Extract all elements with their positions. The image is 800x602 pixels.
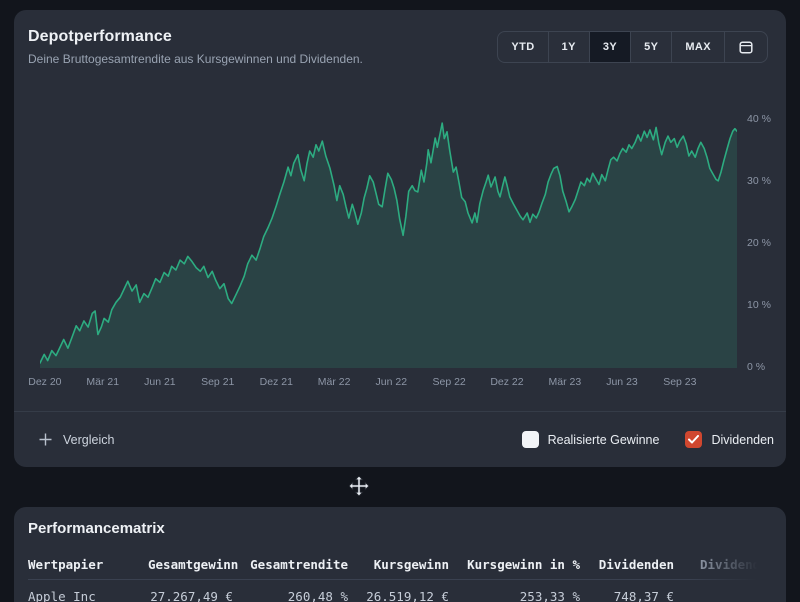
page-title: Depotperformance xyxy=(28,28,363,46)
x-tick-label: Mär 21 xyxy=(86,376,119,388)
move-cursor xyxy=(349,476,369,496)
range-button-max[interactable]: MAX xyxy=(671,32,724,62)
column-header: Kursgewinn xyxy=(348,557,449,572)
card-header: Depotperformance Deine Bruttogesamtrendi… xyxy=(28,28,363,66)
range-button-5y[interactable]: 5Y xyxy=(630,32,671,62)
calendar-icon xyxy=(739,40,753,54)
performancematrix-card: Performancematrix WertpapierGesamtgewinn… xyxy=(14,507,786,602)
value-cell: 748,37 € xyxy=(580,589,674,602)
chart-area-fill xyxy=(40,123,737,368)
x-tick-label: Jun 23 xyxy=(606,376,638,388)
table-header-row: WertpapierGesamtgewinnGesamtrenditeKursg… xyxy=(28,549,786,579)
table-row[interactable]: Apple Inc27.267,49 €260,48 %26.519,12 €2… xyxy=(28,579,786,602)
x-tick-label: Mär 22 xyxy=(318,376,351,388)
x-tick-label: Sep 23 xyxy=(663,376,696,388)
column-header: Kursgewinn in % xyxy=(449,557,580,572)
asset-name-cell: Apple Inc xyxy=(28,589,148,602)
x-tick-label: Dez 20 xyxy=(28,376,61,388)
matrix-title: Performancematrix xyxy=(28,520,165,537)
x-tick-label: Sep 22 xyxy=(432,376,465,388)
y-tick-label: 40 % xyxy=(747,113,771,125)
depotperformance-card: Depotperformance Deine Bruttogesamtrendi… xyxy=(14,10,786,467)
column-header: Wertpapier xyxy=(28,557,148,572)
column-header: Gesamtgewinn xyxy=(148,557,233,572)
checkbox-icon xyxy=(685,431,702,448)
chart-toggles: Realisierte Gewinne Dividenden xyxy=(522,431,774,448)
dividends-checkbox[interactable]: Dividenden xyxy=(685,431,774,448)
y-tick-label: 30 % xyxy=(747,175,771,187)
performance-table[interactable]: WertpapierGesamtgewinnGesamtrenditeKursg… xyxy=(28,549,786,602)
value-cell: 26.519,12 € xyxy=(348,589,449,602)
value-cell: 253,33 % xyxy=(449,589,580,602)
y-axis-labels: 0 % 10 % 20 % 30 % 40 % xyxy=(737,98,785,371)
column-header: Dividenden xyxy=(580,557,674,572)
x-tick-label: Sep 21 xyxy=(201,376,234,388)
x-tick-label: Dez 21 xyxy=(260,376,293,388)
compare-button[interactable]: Vergleich xyxy=(38,432,114,447)
y-tick-label: 10 % xyxy=(747,299,771,311)
check-icon xyxy=(688,435,699,444)
time-range-segmented-control: YTD1Y3Y5YMAX xyxy=(497,31,768,63)
range-button-3y[interactable]: 3Y xyxy=(589,32,630,62)
table-body: Apple Inc27.267,49 €260,48 %26.519,12 €2… xyxy=(28,579,786,602)
value-cell: 260,48 % xyxy=(233,589,348,602)
column-header: Dividenden xyxy=(674,557,786,572)
performance-chart[interactable] xyxy=(40,98,737,371)
x-axis-labels: Dez 20Mär 21Jun 21Sep 21Dez 21Mär 22Jun … xyxy=(40,376,737,390)
range-button-1y[interactable]: 1Y xyxy=(548,32,589,62)
compare-label: Vergleich xyxy=(63,433,114,447)
y-tick-label: 0 % xyxy=(747,361,765,373)
x-tick-label: Jun 21 xyxy=(144,376,176,388)
checkbox-icon xyxy=(522,431,539,448)
chart-footer: Vergleich Realisierte Gewinne Dividenden xyxy=(14,412,786,467)
range-button-ytd[interactable]: YTD xyxy=(498,32,547,62)
value-cell: 27.267,49 € xyxy=(148,589,233,602)
checkbox-label: Dividenden xyxy=(711,433,774,447)
checkbox-label: Realisierte Gewinne xyxy=(548,433,660,447)
y-tick-label: 20 % xyxy=(747,237,771,249)
page-subtitle: Deine Bruttogesamtrendite aus Kursgewinn… xyxy=(28,52,363,66)
plus-icon xyxy=(38,432,53,447)
x-tick-label: Mär 23 xyxy=(548,376,581,388)
x-tick-label: Dez 22 xyxy=(490,376,523,388)
column-header: Gesamtrendite xyxy=(233,557,348,572)
performance-chart-svg[interactable] xyxy=(40,98,737,371)
calendar-button[interactable] xyxy=(724,32,767,62)
x-tick-label: Jun 22 xyxy=(376,376,408,388)
realized-gains-checkbox[interactable]: Realisierte Gewinne xyxy=(522,431,660,448)
